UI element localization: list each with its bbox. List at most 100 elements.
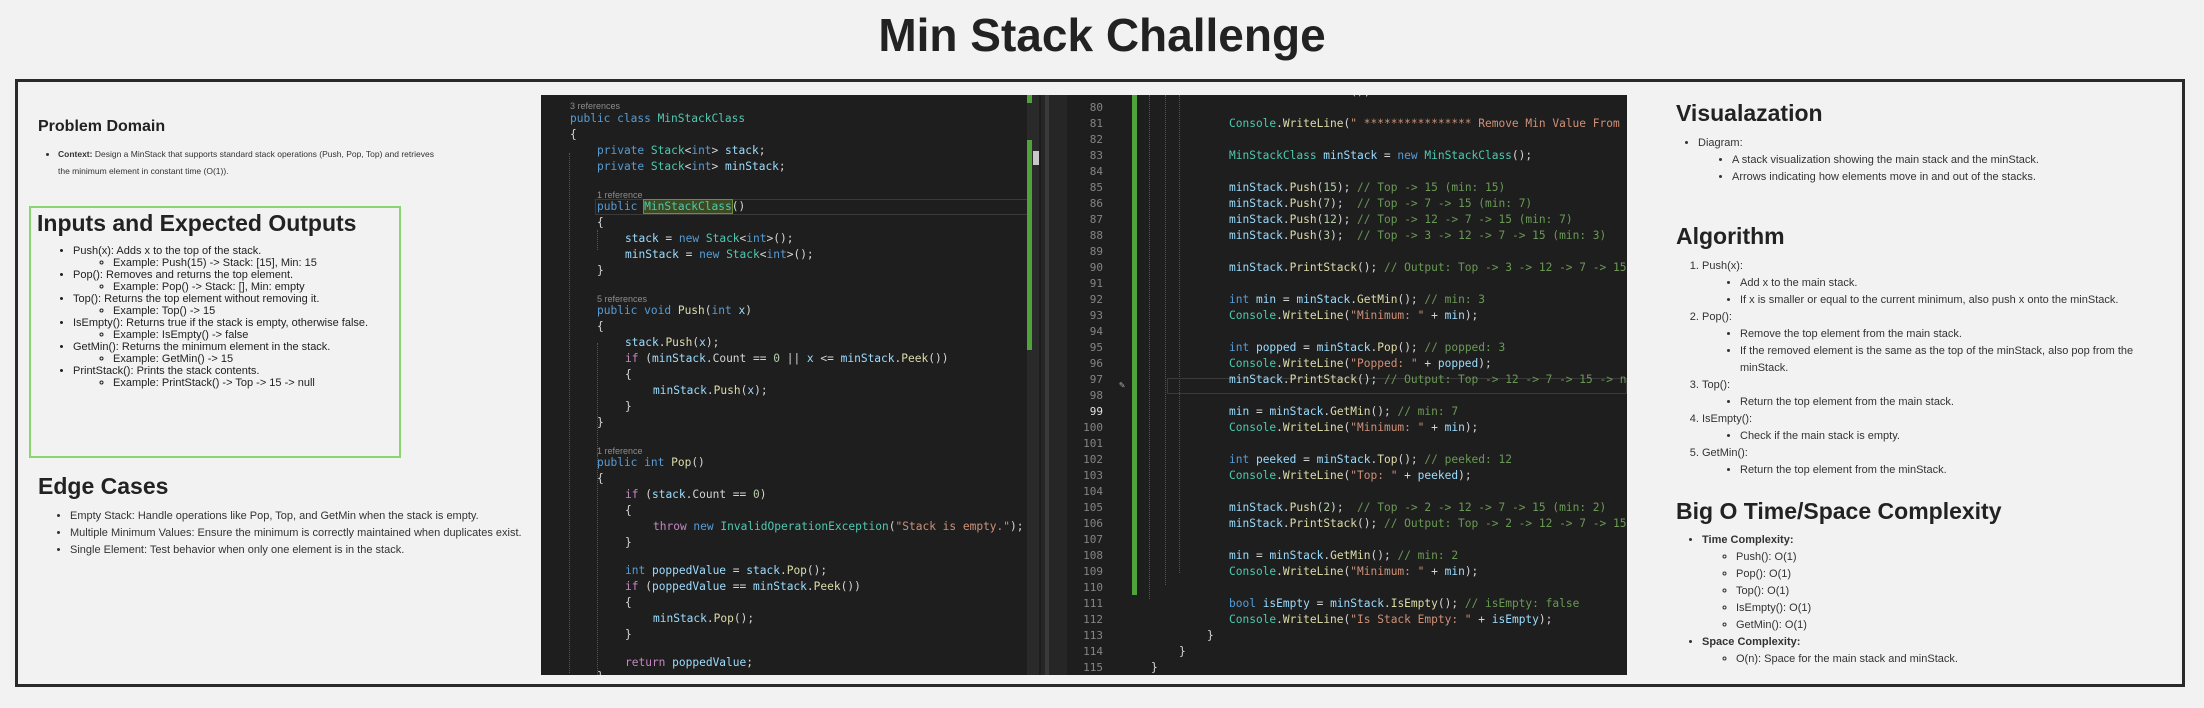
- line-number: 88: [1089, 229, 1103, 242]
- indent-guide: [597, 455, 598, 675]
- algorithm-substeps: Add x to the main stack.If x is smaller …: [1702, 275, 2176, 309]
- line-number: 103: [1083, 469, 1103, 482]
- visualization-heading: Visualazation: [1676, 100, 1823, 126]
- complexity-section: Big O Time/Space Complexity Time Complex…: [1676, 498, 2176, 668]
- line-number: 110: [1083, 581, 1103, 594]
- indent-guide: [1165, 95, 1166, 585]
- line-number: 93: [1089, 309, 1103, 322]
- time-complexity-entry: Push(): O(1): [1736, 549, 2176, 566]
- context-item: Context: Design a MinStack that supports…: [58, 146, 438, 180]
- editor-splitter[interactable]: [1041, 95, 1067, 675]
- inputs-outputs-section: Inputs and Expected Outputs Push(x): Add…: [29, 206, 401, 458]
- input-example: Example: Top() -> 15: [113, 305, 393, 317]
- line-number: 84: [1089, 165, 1103, 178]
- line-number: 101: [1083, 437, 1103, 450]
- line-number: 109: [1083, 565, 1103, 578]
- algorithm-substeps: Return the top element from the minStack…: [1702, 462, 2176, 479]
- splitter-line: [1045, 95, 1049, 675]
- change-marker: [1027, 140, 1032, 350]
- input-example-list: Example: PrintStack() -> Top -> 15 -> nu…: [73, 377, 393, 389]
- edit-pencil-icon[interactable]: ✎: [1119, 380, 1125, 391]
- algorithm-step: Push(x): Add x to the main stack.If x is …: [1702, 258, 2176, 309]
- line-number: 104: [1083, 485, 1103, 498]
- edge-case-item: Empty Stack: Handle operations like Pop,…: [70, 508, 568, 525]
- algorithm-section: Algorithm Push(x): Add x to the main stac…: [1676, 223, 2176, 479]
- code-editor-right[interactable]: 80 81 82 83 84 85 86 87 88 89 90 91 92 93 94 95 96 97 98 99…: [1067, 95, 1627, 675]
- algorithm-substep: Return the top element from the minStack…: [1740, 462, 2176, 479]
- algorithm-substeps: Return the top element from the main sta…: [1702, 394, 2176, 411]
- line-number: 81: [1089, 117, 1103, 130]
- algorithm-substep: Remove the top element from the main sta…: [1740, 326, 2176, 343]
- line-number: 89: [1089, 245, 1103, 258]
- line-number: 86: [1089, 197, 1103, 210]
- edge-cases-section: Edge Cases Empty Stack: Handle operation…: [38, 473, 538, 559]
- line-number: 106: [1083, 517, 1103, 530]
- input-item-text: PrintStack(): Prints the stack contents.: [73, 365, 260, 377]
- line-number: 95: [1089, 341, 1103, 354]
- problem-domain-section: Problem Domain Context: Design a MinStac…: [38, 118, 438, 180]
- algorithm-step: GetMin(): Return the top element from the…: [1702, 445, 2176, 479]
- time-complexity-label: Time Complexity:: [1702, 534, 1794, 546]
- edge-case-item: Multiple Minimum Values: Ensure the mini…: [70, 525, 568, 542]
- inputs-heading: Inputs and Expected Outputs: [37, 210, 357, 236]
- input-example-list: Example: GetMin() -> 15: [73, 353, 393, 365]
- context-text: Design a MinStack that supports standard…: [58, 149, 434, 176]
- space-complexity-label: Space Complexity:: [1702, 636, 1801, 648]
- complexity-list: Time Complexity: Push(): O(1)Pop(): O(1)…: [1676, 532, 2176, 668]
- line-number: 87: [1089, 213, 1103, 226]
- line-number: 115: [1083, 661, 1103, 674]
- algorithm-substep: Check if the main stack is empty.: [1740, 428, 2176, 445]
- input-example: Example: Push(15) -> Stack: [15], Min: 1…: [113, 257, 393, 269]
- line-number: 97: [1089, 373, 1103, 386]
- edge-case-item: Single Element: Test behavior when only …: [70, 542, 568, 559]
- input-example-list: Example: IsEmpty() -> false: [73, 329, 393, 341]
- input-item: Pop(): Removes and returns the top eleme…: [73, 269, 393, 293]
- visualization-section: Visualazation Diagram: A stack visualiza…: [1676, 100, 2176, 186]
- line-number: 111: [1083, 597, 1103, 610]
- indent-guide: [569, 153, 570, 673]
- algorithm-step-label: Pop():: [1702, 311, 1732, 323]
- input-example-list: Example: Top() -> 15: [73, 305, 393, 317]
- input-example-list: Example: Pop() -> Stack: [], Min: empty: [73, 281, 393, 293]
- input-item-text: Push(x): Adds x to the top of the stack.: [73, 245, 262, 257]
- line-number: 91: [1089, 277, 1103, 290]
- diagram-subitem: A stack visualization showing the main s…: [1732, 152, 2176, 169]
- algorithm-step: Pop(): Remove the top element from the ma…: [1702, 309, 2176, 377]
- complexity-heading: Big O Time/Space Complexity: [1676, 498, 2002, 524]
- algorithm-step-label: GetMin():: [1702, 447, 1748, 459]
- diagram-label: Diagram:: [1698, 137, 1743, 149]
- space-complexity-sublist: O(n): Space for the main stack and minSt…: [1702, 651, 2176, 668]
- time-complexity-entry: Pop(): O(1): [1736, 566, 2176, 583]
- line-number: 85: [1089, 181, 1103, 194]
- space-complexity-item: Space Complexity: O(n): Space for the ma…: [1702, 634, 2176, 668]
- input-item-text: IsEmpty(): Returns true if the stack is …: [73, 317, 369, 329]
- algorithm-substep: If the removed element is the same as th…: [1740, 343, 2176, 377]
- indent-guide: [597, 230, 598, 250]
- line-number: 82: [1089, 133, 1103, 146]
- input-example-list: Example: Push(15) -> Stack: [15], Min: 1…: [73, 257, 393, 269]
- references-codelens[interactable]: 3 references: [570, 101, 620, 111]
- indent-guide: [1149, 95, 1150, 599]
- line-number: 107: [1083, 533, 1103, 546]
- input-item: Push(x): Adds x to the top of the stack.…: [73, 245, 393, 269]
- input-item: PrintStack(): Prints the stack contents.…: [73, 365, 393, 389]
- diagram-item: Diagram: A stack visualization showing t…: [1698, 135, 2176, 186]
- line-number: 105: [1083, 501, 1103, 514]
- code-editor-left[interactable]: 3 references public class MinStackClass …: [541, 95, 1041, 675]
- line-number: 80: [1089, 101, 1103, 114]
- input-example: Example: IsEmpty() -> false: [113, 329, 393, 341]
- scroll-thumb[interactable]: [1033, 151, 1039, 165]
- edge-cases-heading: Edge Cases: [38, 473, 169, 499]
- algorithm-substeps: Remove the top element from the main sta…: [1702, 326, 2176, 377]
- time-complexity-entry: IsEmpty(): O(1): [1736, 600, 2176, 617]
- line-number: 112: [1083, 613, 1103, 626]
- visualization-list: Diagram: A stack visualization showing t…: [1676, 135, 2176, 186]
- diagram-subitem: Arrows indicating how elements move in a…: [1732, 169, 2176, 186]
- input-example: Example: PrintStack() -> Top -> 15 -> nu…: [113, 377, 393, 389]
- edge-cases-list: Empty Stack: Handle operations like Pop,…: [38, 508, 568, 559]
- input-item-text: GetMin(): Returns the minimum element in…: [73, 341, 331, 353]
- change-marker: [1027, 95, 1032, 103]
- input-item: Top(): Returns the top element without r…: [73, 293, 393, 317]
- algorithm-substeps: Check if the main stack is empty.: [1702, 428, 2176, 445]
- line-number: 114: [1083, 645, 1103, 658]
